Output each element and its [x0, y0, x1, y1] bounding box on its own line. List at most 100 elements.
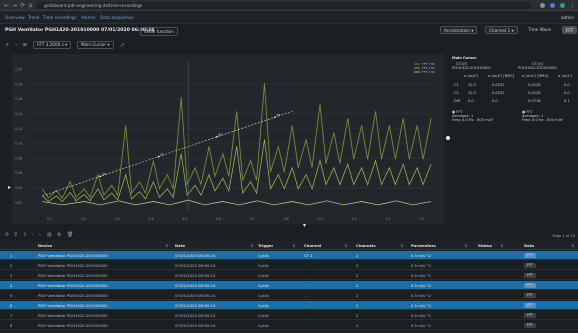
data-chip[interactable]: FFT: [524, 323, 536, 328]
nav-time-recordings[interactable]: Time recordings: [43, 15, 77, 20]
nav-alarms[interactable]: Alarms: [81, 15, 96, 20]
sort-icon[interactable]: ⇅: [165, 241, 168, 250]
fft-chart[interactable]: 0.20 0.18 0.16 0.14 0.12 0.10 0.08 0.06 0.04 0.02…: [12, 54, 444, 224]
measurement-select[interactable]: Acceleration ▾: [440, 26, 478, 34]
cell-channel: -: [304, 303, 306, 308]
col-parameters[interactable]: Parameters: [411, 241, 436, 250]
fft-badge[interactable]: FFT: [562, 26, 578, 34]
x-tick-label: 0.8: [284, 217, 289, 221]
data-chip[interactable]: FFT: [524, 263, 536, 268]
fft-length-select[interactable]: FFT 3.2000 s ▾: [33, 41, 72, 49]
cell-channel: -: [304, 293, 306, 298]
table-row[interactable]: 3 PGH Ventilator PGH1420-201910000 07/01/2…: [0, 271, 578, 280]
table-row[interactable]: 4 PGH Ventilator PGH1420-201910000 07/01/2…: [0, 281, 578, 290]
table-row[interactable]: 6 PGH Ventilator PGH1420-201910000 07/01/2…: [0, 301, 578, 310]
table-row[interactable]: 8 PGH Ventilator PGH1420-201910000 07/01/2…: [0, 321, 578, 330]
col-channels[interactable]: Channels: [356, 241, 376, 250]
channel-select[interactable]: Channel 1 ▾: [485, 26, 518, 34]
cell-parameters: 0.5 m/s^2: [411, 253, 431, 258]
col-date[interactable]: Date: [175, 241, 185, 250]
table-row[interactable]: 1 PGH Ventilator PGH1420-201910000 07/01/2…: [0, 251, 578, 260]
unit-3: a (m/s²) [RMS]: [522, 74, 548, 78]
time-wave-toggle[interactable]: Time Wave: [525, 26, 554, 34]
cell-channel: -: [304, 283, 306, 288]
data-chip[interactable]: FFT: [524, 293, 536, 298]
data-chip[interactable]: FFT: [524, 253, 536, 258]
settings-icon[interactable]: ⚙: [57, 232, 61, 238]
delete-icon[interactable]: 🗑: [67, 232, 73, 238]
data-chip[interactable]: FFT: [524, 303, 536, 308]
table-row[interactable]: 7 PGH Ventilator PGH1420-201910000 07/01/2…: [0, 311, 578, 320]
sort-icon[interactable]: ⇅: [464, 241, 467, 250]
nav-data-acquisition[interactable]: Data acquisition: [100, 15, 134, 20]
sidebar-toggle-icon[interactable]: ▸: [8, 184, 11, 191]
cursor-col1-line2: PGH1420-201910000: [452, 66, 491, 70]
sort-icon[interactable]: ⇅: [344, 241, 347, 250]
sort-icon[interactable]: ⇅: [500, 241, 503, 250]
data-chip[interactable]: FFT: [524, 283, 536, 288]
row-v4: 0.1: [564, 99, 570, 103]
unit-2: a (m/s²) [RMS]: [488, 74, 514, 78]
refresh-icon[interactable]: ⟳: [5, 232, 9, 238]
cell-device: PGH Ventilator PGH1420-201910000: [38, 303, 108, 308]
data-chip[interactable]: FFT: [524, 313, 536, 318]
x-tick-label: 1.2: [419, 217, 424, 221]
home-icon[interactable]: ⌂: [27, 2, 34, 9]
cell-device: PGH Ventilator PGH1420-201910000: [38, 263, 108, 268]
time-wave-label: Time Wave: [528, 27, 552, 32]
cell-parameters: 0.5 m/s^2: [411, 263, 431, 268]
sort-icon[interactable]: ⇅: [250, 241, 253, 250]
back-icon[interactable]: ←: [3, 2, 10, 9]
measurement-select-value: Acceleration: [444, 28, 471, 33]
prev-page-icon[interactable]: ‹: [32, 232, 34, 238]
menu-icon[interactable]: ⋮: [569, 2, 576, 9]
nav-overview[interactable]: Overview: [5, 15, 25, 20]
zoom-in-icon[interactable]: ＋: [5, 41, 9, 49]
download-icon[interactable]: ⇩: [23, 232, 27, 238]
cursor-mode-select[interactable]: Main Cursor ▾: [77, 41, 114, 49]
profile-icon[interactable]: [560, 3, 565, 8]
cell-device: PGH Ventilator PGH1420-201910000: [38, 283, 108, 288]
row-label: C2: [454, 91, 459, 95]
cursor-panel-heading: Main Cursor: [452, 56, 477, 60]
next-page-icon[interactable]: ›: [39, 232, 41, 238]
browser-toolbar: ← → ⟳ ⌂ gridsboard.pdt-engineering.de/ti…: [0, 0, 578, 11]
col-trigger[interactable]: Trigger: [258, 241, 273, 250]
expand-icon[interactable]: ⤢: [121, 41, 124, 49]
table-row[interactable]: 5 PGH Ventilator PGH1420-201910000 07/01/2…: [0, 291, 578, 300]
sort-icon[interactable]: ⇅: [571, 241, 574, 250]
cell-trigger: Cyclic: [258, 263, 270, 268]
extension-icon[interactable]: [550, 3, 555, 8]
note-left-3: Freq: 0.0 Hz - 800 m/s²: [452, 118, 494, 122]
cell-trigger: Cyclic: [258, 253, 270, 258]
row-number: 2: [10, 263, 13, 268]
table-row[interactable]: 2 PGH Ventilator PGH1420-201910000 07/01/2…: [0, 261, 578, 270]
show-function-button[interactable]: Show function: [140, 27, 178, 36]
row-v2: 0.0231: [492, 91, 505, 95]
recording-header: PGH Ventilator PGH1420-201910000 07/01/2…: [0, 24, 578, 37]
columns-icon[interactable]: ▥: [47, 232, 52, 238]
address-bar[interactable]: gridsboard.pdt-engineering.de/time-recor…: [36, 2, 531, 9]
cell-channel: -: [304, 273, 306, 278]
col-data[interactable]: Data: [524, 241, 534, 250]
col-status[interactable]: Status: [478, 241, 492, 250]
fit-icon[interactable]: ⊞: [23, 41, 27, 49]
filter-icon[interactable]: ⚲: [14, 232, 18, 238]
sort-icon[interactable]: ⇅: [292, 241, 295, 250]
zoom-out-icon[interactable]: －: [14, 41, 18, 49]
user-name[interactable]: admin: [561, 15, 574, 20]
cell-channels: 2: [356, 323, 359, 328]
forward-icon[interactable]: →: [11, 2, 18, 9]
cell-parameters: 0.5 m/s^2: [411, 273, 431, 278]
collapse-chart-icon[interactable]: ▾: [303, 222, 306, 229]
col-device[interactable]: Device: [38, 241, 52, 250]
star-icon[interactable]: [540, 3, 545, 8]
col-channel[interactable]: Channel: [304, 241, 321, 250]
data-chip[interactable]: FFT: [524, 273, 536, 278]
sort-icon[interactable]: ⇅: [400, 241, 403, 250]
chart-svg[interactable]: 0.20 0.18 0.16 0.14 0.12 0.10 0.08 0.06 0.04 0.02…: [12, 54, 444, 224]
y-tick-label: 0.16: [15, 97, 22, 101]
nav-trend[interactable]: Trend: [28, 15, 39, 20]
reload-icon[interactable]: ⟳: [19, 2, 26, 9]
row-number: 7: [10, 313, 13, 318]
